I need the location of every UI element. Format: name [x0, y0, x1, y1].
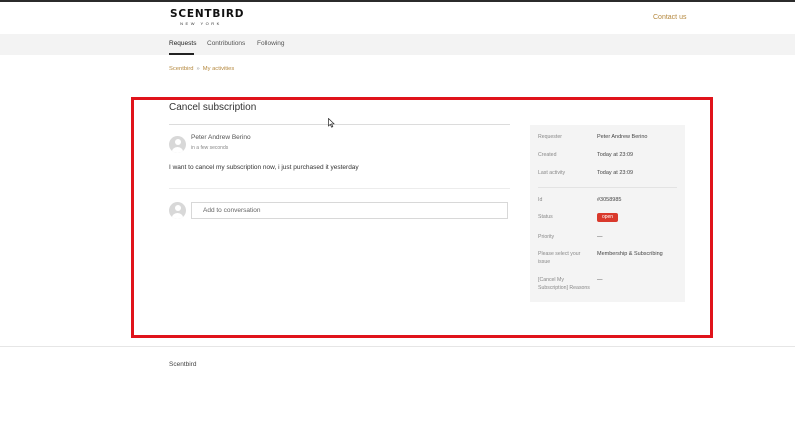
priority-label: Priority: [538, 234, 555, 240]
contact-us-link[interactable]: Contact us: [653, 14, 686, 21]
scentbird-logo[interactable]: SCENTBIRD NEW YORK: [170, 8, 245, 27]
comment-time: in a few seconds: [191, 145, 229, 151]
created-label: Created: [538, 152, 557, 158]
issue-label: Please select your issue: [538, 251, 581, 265]
user-avatar: [169, 202, 186, 219]
comment-author[interactable]: Peter Andrew Berino: [191, 134, 251, 141]
tab-contributions[interactable]: Contributions: [207, 40, 245, 47]
last-activity-label: Last activity: [538, 170, 566, 176]
footer-divider: [0, 346, 795, 347]
site-header: SCENTBIRD NEW YORK Contact us: [0, 2, 795, 34]
issue-value: Membership & Subscribing: [597, 251, 663, 257]
id-value: #3058985: [597, 197, 622, 203]
request-details-panel: Requester Peter Andrew Berino Created To…: [530, 125, 685, 302]
comment-body: I want to cancel my subscription now, i …: [169, 164, 359, 171]
created-value: Today at 23:09: [597, 152, 634, 158]
last-activity-value: Today at 23:09: [597, 170, 634, 176]
requester-value: Peter Andrew Berino: [597, 134, 648, 140]
breadcrumb-separator: »: [196, 66, 200, 72]
cancel-reasons-label: [Cancel My Subscription] Reasons: [538, 277, 590, 291]
tab-following[interactable]: Following: [257, 40, 284, 47]
title-divider: [169, 124, 510, 125]
priority-value: —: [597, 234, 603, 240]
details-divider: [538, 187, 677, 188]
logo-subtext: NEW YORK: [180, 21, 222, 26]
breadcrumb-my-activities[interactable]: My activities: [203, 66, 235, 72]
status-label: Status: [538, 214, 553, 220]
add-to-conversation-input[interactable]: [191, 202, 508, 219]
active-tab-indicator: [169, 53, 194, 55]
cancel-reasons-value: —: [597, 277, 603, 283]
id-label: Id: [538, 197, 543, 203]
breadcrumb-scentbird[interactable]: Scentbird: [169, 66, 194, 72]
footer-brand: Scentbird: [169, 361, 197, 368]
mouse-cursor-icon: [328, 117, 335, 130]
tab-requests[interactable]: Requests: [169, 40, 196, 47]
comment-divider: [169, 188, 510, 189]
request-title: Cancel subscription: [169, 102, 257, 113]
requester-label: Requester: [538, 134, 562, 140]
breadcrumb: Scentbird» My activities: [169, 66, 234, 72]
activity-nav: Requests Contributions Following: [0, 34, 795, 55]
status-badge: open: [597, 213, 618, 222]
author-avatar: [169, 136, 186, 153]
logo-text: SCENTBIRD: [170, 8, 245, 20]
